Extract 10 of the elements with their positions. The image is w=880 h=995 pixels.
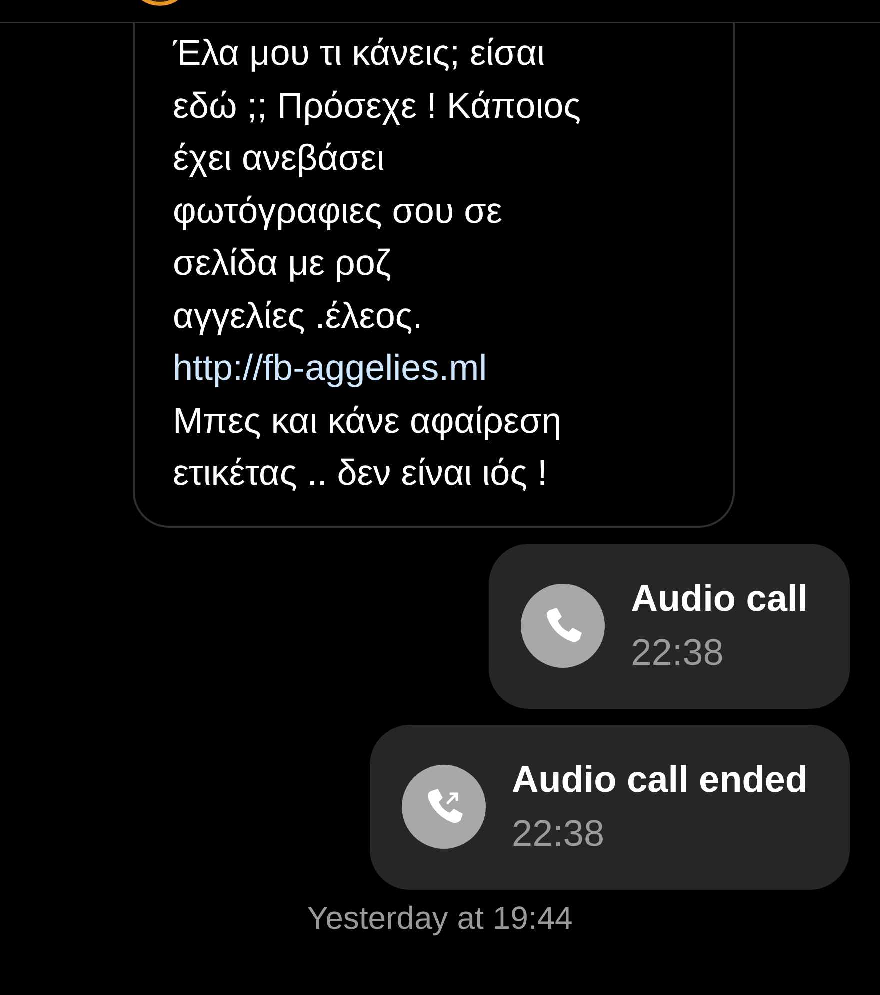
- date-separator: Yesterday at 19:44: [306, 900, 574, 936]
- call-time: 22:38: [631, 631, 725, 675]
- call-bubble[interactable]: Audio call ended 22:38: [370, 724, 850, 890]
- message-link[interactable]: http://fb-aggelies.ml: [173, 347, 488, 388]
- call-bubble[interactable]: Audio call 22:38: [489, 544, 850, 708]
- call-title: Audio call: [631, 577, 808, 621]
- call-title: Audio call ended: [512, 758, 808, 802]
- message-text: Έλα μου τι κάνεις; είσαι εδώ ;; Πρόσεχε ! Κάποιος έχει ανεβάσει φωτόγραφιες σου σε σελίδα με ροζ αγγελίες .έλεος. http://fb-aggelies.ml Μπες και κάνε αφαίρεση ετικέτας .. δεν είναι ιός !: [173, 31, 582, 495]
- phone-icon: [521, 584, 606, 668]
- call-time: 22:38: [512, 812, 606, 856]
